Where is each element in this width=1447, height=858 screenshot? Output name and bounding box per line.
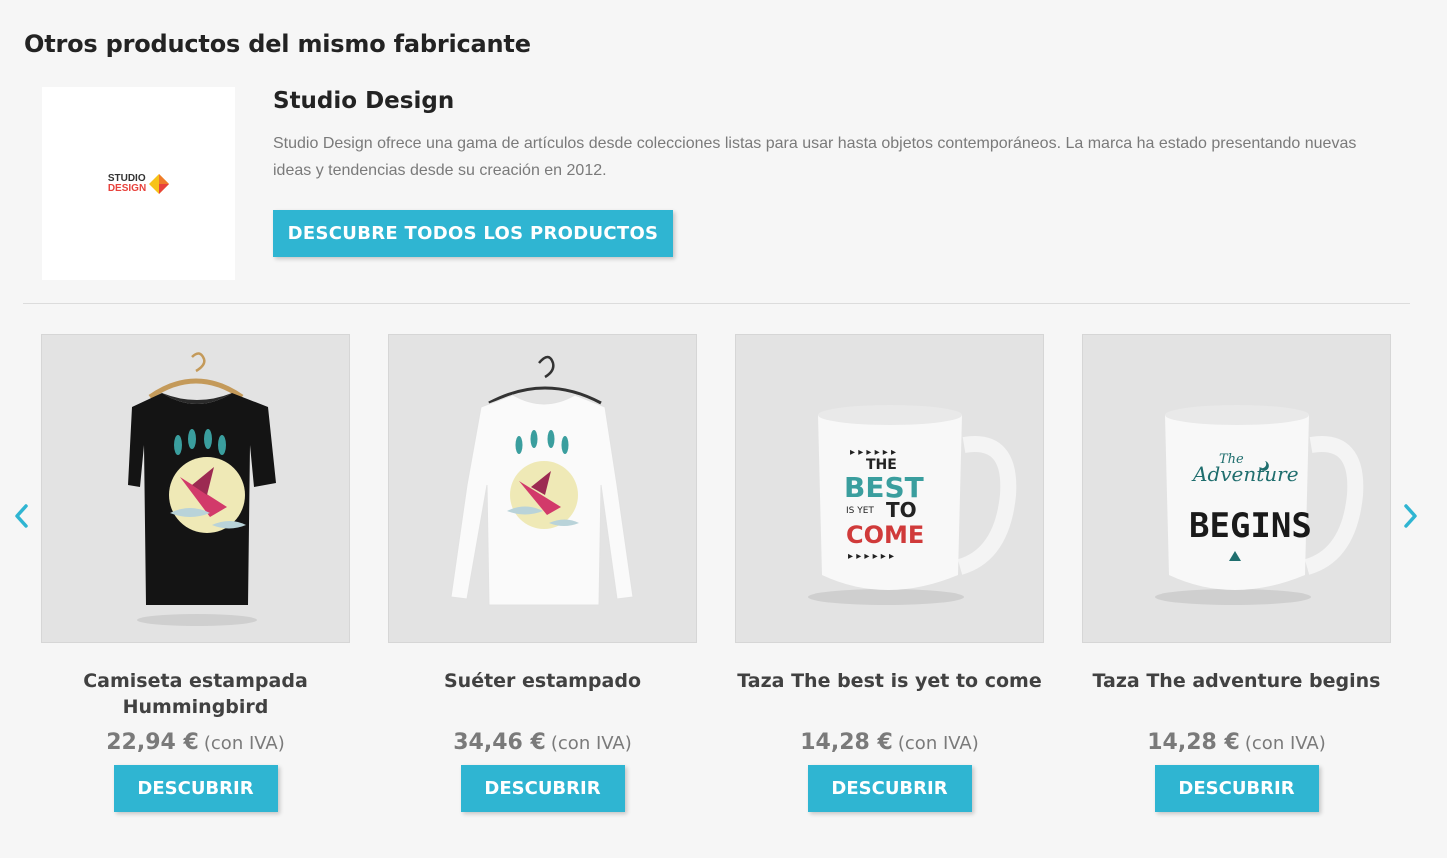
mug-print-line: IS YET xyxy=(846,506,874,516)
studio-design-logo: STUDIO DESIGN xyxy=(107,172,170,194)
divider xyxy=(23,303,1410,304)
logo-line-1: STUDIO xyxy=(107,172,146,184)
discover-button[interactable]: DESCUBRIR xyxy=(1154,765,1319,812)
tax-label: (con IVA) xyxy=(897,733,979,754)
tax-label: (con IVA) xyxy=(203,733,285,754)
mug-print-line: BEGINS xyxy=(1189,506,1312,546)
product-card: Suéter estampado 34,46 € (con IVA) DESCU… xyxy=(388,334,697,812)
brand-description: Studio Design ofrece una gama de artícul… xyxy=(273,135,1357,179)
discover-all-products-button[interactable]: DESCUBRE TODOS LOS PRODUCTOS xyxy=(273,210,673,257)
carousel-prev-button[interactable] xyxy=(12,500,32,532)
chevron-right-icon xyxy=(1404,504,1417,528)
product-image-mug-adventure[interactable]: The Adventure BEGINS xyxy=(1082,334,1391,643)
mug-deco-arrows: ▸ ▸ ▸ ▸ ▸ ▸ xyxy=(848,551,894,562)
brand-logo[interactable]: STUDIO DESIGN xyxy=(42,87,235,280)
product-card: ▸ ▸ ▸ ▸ ▸ ▸ THE BEST IS YET TO COME ▸ ▸ … xyxy=(735,334,1044,812)
chevron-left-icon xyxy=(15,504,28,528)
mug-print-line: COME xyxy=(846,521,924,549)
discover-button[interactable]: DESCUBRIR xyxy=(460,765,625,812)
product-card: The Adventure BEGINS Taza The adventure … xyxy=(1082,334,1391,812)
carousel-next-button[interactable] xyxy=(1400,500,1420,532)
product-price: 34,46 € xyxy=(453,730,546,755)
mug-print-line: Adventure xyxy=(1191,462,1299,486)
discover-button[interactable]: DESCUBRIR xyxy=(807,765,972,812)
tax-label: (con IVA) xyxy=(1244,733,1326,754)
product-name[interactable]: Taza The adventure begins xyxy=(1082,668,1391,720)
tax-label: (con IVA) xyxy=(550,733,632,754)
mug-print-line: TO xyxy=(886,498,917,522)
product-name[interactable]: Taza The best is yet to come xyxy=(735,668,1044,720)
brand-name[interactable]: Studio Design xyxy=(273,88,454,114)
product-image-sweater[interactable] xyxy=(388,334,697,643)
diamond-logo-icon xyxy=(149,173,170,194)
product-name[interactable]: Camiseta estampada Hummingbird xyxy=(41,668,350,720)
product-name[interactable]: Suéter estampado xyxy=(388,668,697,720)
logo-line-2: DESIGN xyxy=(107,182,147,194)
product-image-tshirt[interactable] xyxy=(41,334,350,643)
product-card: Camiseta estampada Hummingbird 22,94 € (… xyxy=(41,334,350,812)
product-price: 22,94 € xyxy=(106,730,199,755)
product-price: 14,28 € xyxy=(1147,730,1240,755)
product-price: 14,28 € xyxy=(800,730,893,755)
section-title: Otros productos del mismo fabricante xyxy=(24,30,531,58)
product-image-mug-best[interactable]: ▸ ▸ ▸ ▸ ▸ ▸ THE BEST IS YET TO COME ▸ ▸ … xyxy=(735,334,1044,643)
discover-button[interactable]: DESCUBRIR xyxy=(113,765,278,812)
